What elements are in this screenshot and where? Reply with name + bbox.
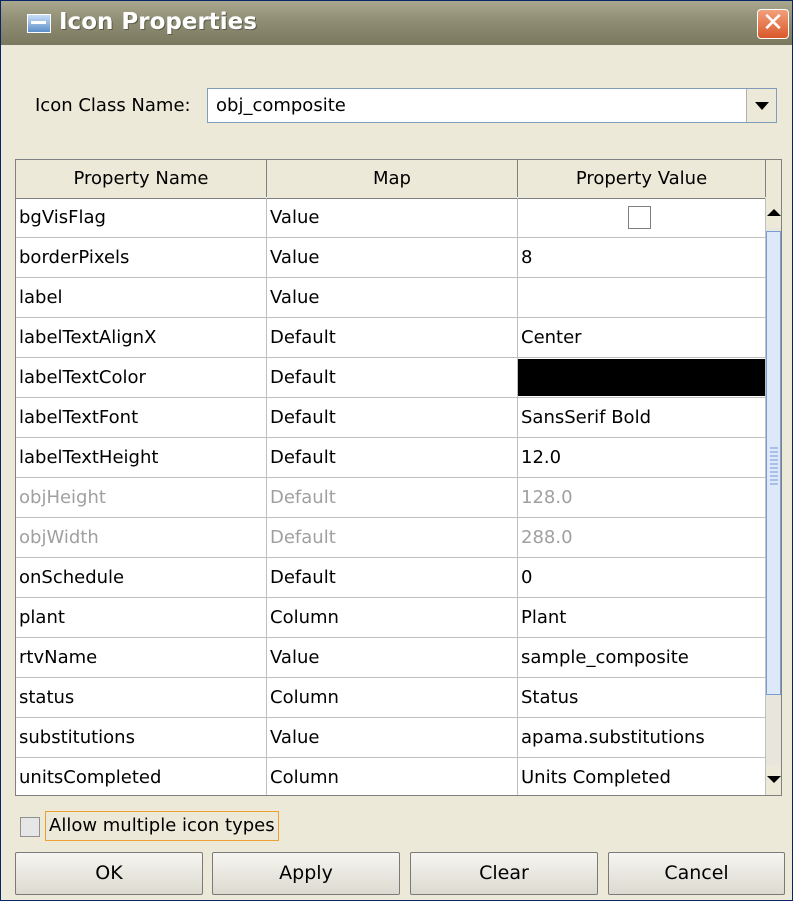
cell-map: Value (267, 278, 518, 317)
table-row[interactable]: plant Column Plant (16, 598, 766, 638)
arrow-up-icon (767, 209, 781, 216)
table-row[interactable]: label Value (16, 278, 766, 318)
title-bar[interactable]: Icon Properties ✕ (1, 1, 792, 45)
column-header-map[interactable]: Map (267, 160, 518, 197)
cell-property-value[interactable]: Plant (518, 598, 766, 637)
combo-dropdown-button[interactable] (746, 89, 776, 122)
table-row[interactable]: labelTextFont Default SansSerif Bold (16, 398, 766, 438)
cell-property-value[interactable]: SansSerif Bold (518, 398, 766, 437)
cell-property-value[interactable]: Units Completed (518, 758, 766, 795)
column-header-property-value[interactable]: Property Value (518, 160, 766, 197)
cell-property-name: substitutions (16, 718, 267, 757)
cell-property-value[interactable] (518, 278, 766, 317)
cell-property-name: labelTextColor (16, 358, 267, 397)
cell-property-name: plant (16, 598, 267, 637)
table-row[interactable]: substitutions Value apama.substitutions (16, 718, 766, 758)
bgvisflag-checkbox[interactable] (628, 206, 651, 229)
cell-map: Column (267, 678, 518, 717)
cell-map: Default (267, 518, 518, 557)
cell-property-name: labelTextHeight (16, 438, 267, 477)
cell-property-value[interactable]: apama.substitutions (518, 718, 766, 757)
column-header-property-name[interactable]: Property Name (16, 160, 267, 197)
icon-class-name-combo[interactable]: obj_composite (207, 88, 777, 123)
clear-button[interactable]: Clear (410, 852, 598, 895)
cell-map: Value (267, 718, 518, 757)
cell-property-value[interactable]: 8 (518, 238, 766, 277)
cell-map: Default (267, 438, 518, 477)
table-row[interactable]: borderPixels Value 8 (16, 238, 766, 278)
cell-map: Column (267, 598, 518, 637)
close-button[interactable]: ✕ (757, 9, 789, 39)
cell-map: Default (267, 398, 518, 437)
cell-property-value[interactable]: sample_composite (518, 638, 766, 677)
dialog-title: Icon Properties (59, 9, 257, 35)
color-swatch[interactable] (518, 359, 765, 396)
cell-property-value[interactable]: 12.0 (518, 438, 766, 477)
chevron-down-icon (755, 102, 769, 110)
table-row[interactable]: objWidth Default 288.0 (16, 518, 766, 558)
table-row[interactable]: labelTextColor Default (16, 358, 766, 398)
cancel-button[interactable]: Cancel (608, 852, 785, 895)
cell-property-value[interactable]: Center (518, 318, 766, 357)
icon-class-name-value: obj_composite (216, 95, 346, 116)
cell-map: Value (267, 238, 518, 277)
cell-property-name: objHeight (16, 478, 267, 517)
cell-property-name: rtvName (16, 638, 267, 677)
cell-property-value[interactable]: 128.0 (518, 478, 766, 517)
allow-multiple-label[interactable]: Allow multiple icon types (45, 811, 279, 841)
cell-property-name: unitsCompleted (16, 758, 267, 795)
cell-property-name: labelTextAlignX (16, 318, 267, 357)
table-header: Property Name Map Property Value (16, 160, 781, 199)
table-row[interactable]: objHeight Default 128.0 (16, 478, 766, 518)
cell-map: Column (267, 758, 518, 795)
table-row[interactable]: unitsCompleted Column Units Completed (16, 758, 766, 795)
cell-property-value[interactable]: Status (518, 678, 766, 717)
cell-property-name: bgVisFlag (16, 198, 267, 237)
cell-map: Value (267, 198, 518, 237)
table-row[interactable]: status Column Status (16, 678, 766, 718)
cell-map: Value (267, 638, 518, 677)
cell-map: Default (267, 478, 518, 517)
scroll-down-button[interactable] (766, 765, 781, 795)
cell-property-value[interactable] (518, 198, 766, 237)
cell-property-value[interactable] (518, 358, 766, 397)
cell-map: Default (267, 358, 518, 397)
cell-map: Default (267, 318, 518, 357)
cell-property-name: label (16, 278, 267, 317)
property-table: Property Name Map Property Value bgVisFl… (15, 159, 782, 796)
cell-property-value[interactable]: 288.0 (518, 518, 766, 557)
table-row[interactable]: onSchedule Default 0 (16, 558, 766, 598)
table-row[interactable]: bgVisFlag Value (16, 198, 766, 238)
vertical-scrollbar[interactable] (766, 198, 781, 795)
scroll-thumb[interactable] (766, 231, 781, 695)
cell-property-name: labelTextFont (16, 398, 267, 437)
scroll-up-button[interactable] (766, 198, 781, 228)
app-window-icon (27, 14, 51, 33)
icon-properties-dialog: Icon Properties ✕ Icon Class Name: obj_c… (0, 0, 793, 901)
grip-icon (770, 447, 778, 487)
ok-button[interactable]: OK (15, 852, 203, 895)
allow-multiple-checkbox[interactable] (20, 817, 40, 837)
cell-map: Default (267, 558, 518, 597)
table-row[interactable]: rtvName Value sample_composite (16, 638, 766, 678)
cell-property-name: onSchedule (16, 558, 267, 597)
icon-class-name-label: Icon Class Name: (35, 95, 191, 116)
cell-property-value[interactable]: 0 (518, 558, 766, 597)
cell-property-name: borderPixels (16, 238, 267, 277)
apply-button[interactable]: Apply (212, 852, 400, 895)
arrow-down-icon (767, 776, 781, 783)
table-row[interactable]: labelTextHeight Default 12.0 (16, 438, 766, 478)
cell-property-name: objWidth (16, 518, 267, 557)
cell-property-name: status (16, 678, 267, 717)
table-row[interactable]: labelTextAlignX Default Center (16, 318, 766, 358)
